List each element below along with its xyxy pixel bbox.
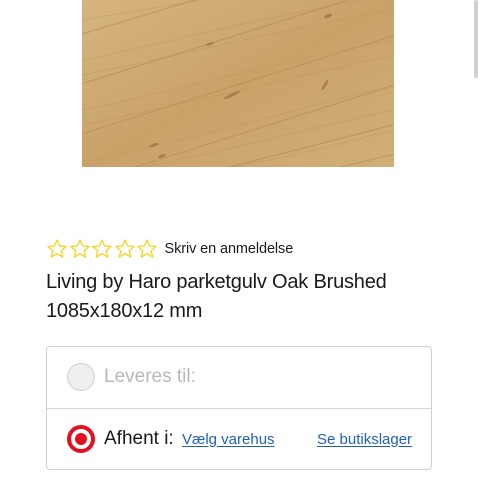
write-review-link[interactable]: Skriv en anmeldelse — [165, 241, 294, 257]
star-rating[interactable] — [46, 238, 159, 260]
star-icon[interactable] — [91, 238, 113, 260]
scrollbar[interactable] — [474, 0, 480, 480]
option-delivery[interactable]: Leveres til: — [47, 347, 431, 407]
oak-floor-image — [82, 0, 394, 167]
rating-row: Skriv en anmeldelse — [46, 236, 293, 262]
choose-store-link[interactable]: Vælg varehus — [182, 431, 275, 448]
star-icon[interactable] — [46, 238, 68, 260]
star-icon[interactable] — [69, 238, 91, 260]
delivery-options-box: Leveres til: Afhent i: Vælg varehus Se b… — [46, 346, 432, 470]
product-title: Living by Haro parketgulv Oak Brushed 10… — [46, 271, 387, 322]
product-image[interactable] — [82, 0, 394, 167]
delivery-radio[interactable] — [67, 363, 95, 391]
scrollbar-thumb[interactable] — [474, 0, 478, 78]
store-stock-link[interactable]: Se butikslager — [317, 431, 412, 448]
product-page: Skriv en anmeldelse Living by Haro parke… — [0, 0, 480, 480]
option-pickup[interactable]: Afhent i: Vælg varehus Se butikslager — [47, 409, 431, 469]
pickup-label: Afhent i: — [104, 428, 174, 449]
star-icon[interactable] — [136, 238, 158, 260]
delivery-label: Leveres til: — [104, 366, 196, 387]
star-icon[interactable] — [114, 238, 136, 260]
pickup-radio[interactable] — [67, 425, 95, 453]
